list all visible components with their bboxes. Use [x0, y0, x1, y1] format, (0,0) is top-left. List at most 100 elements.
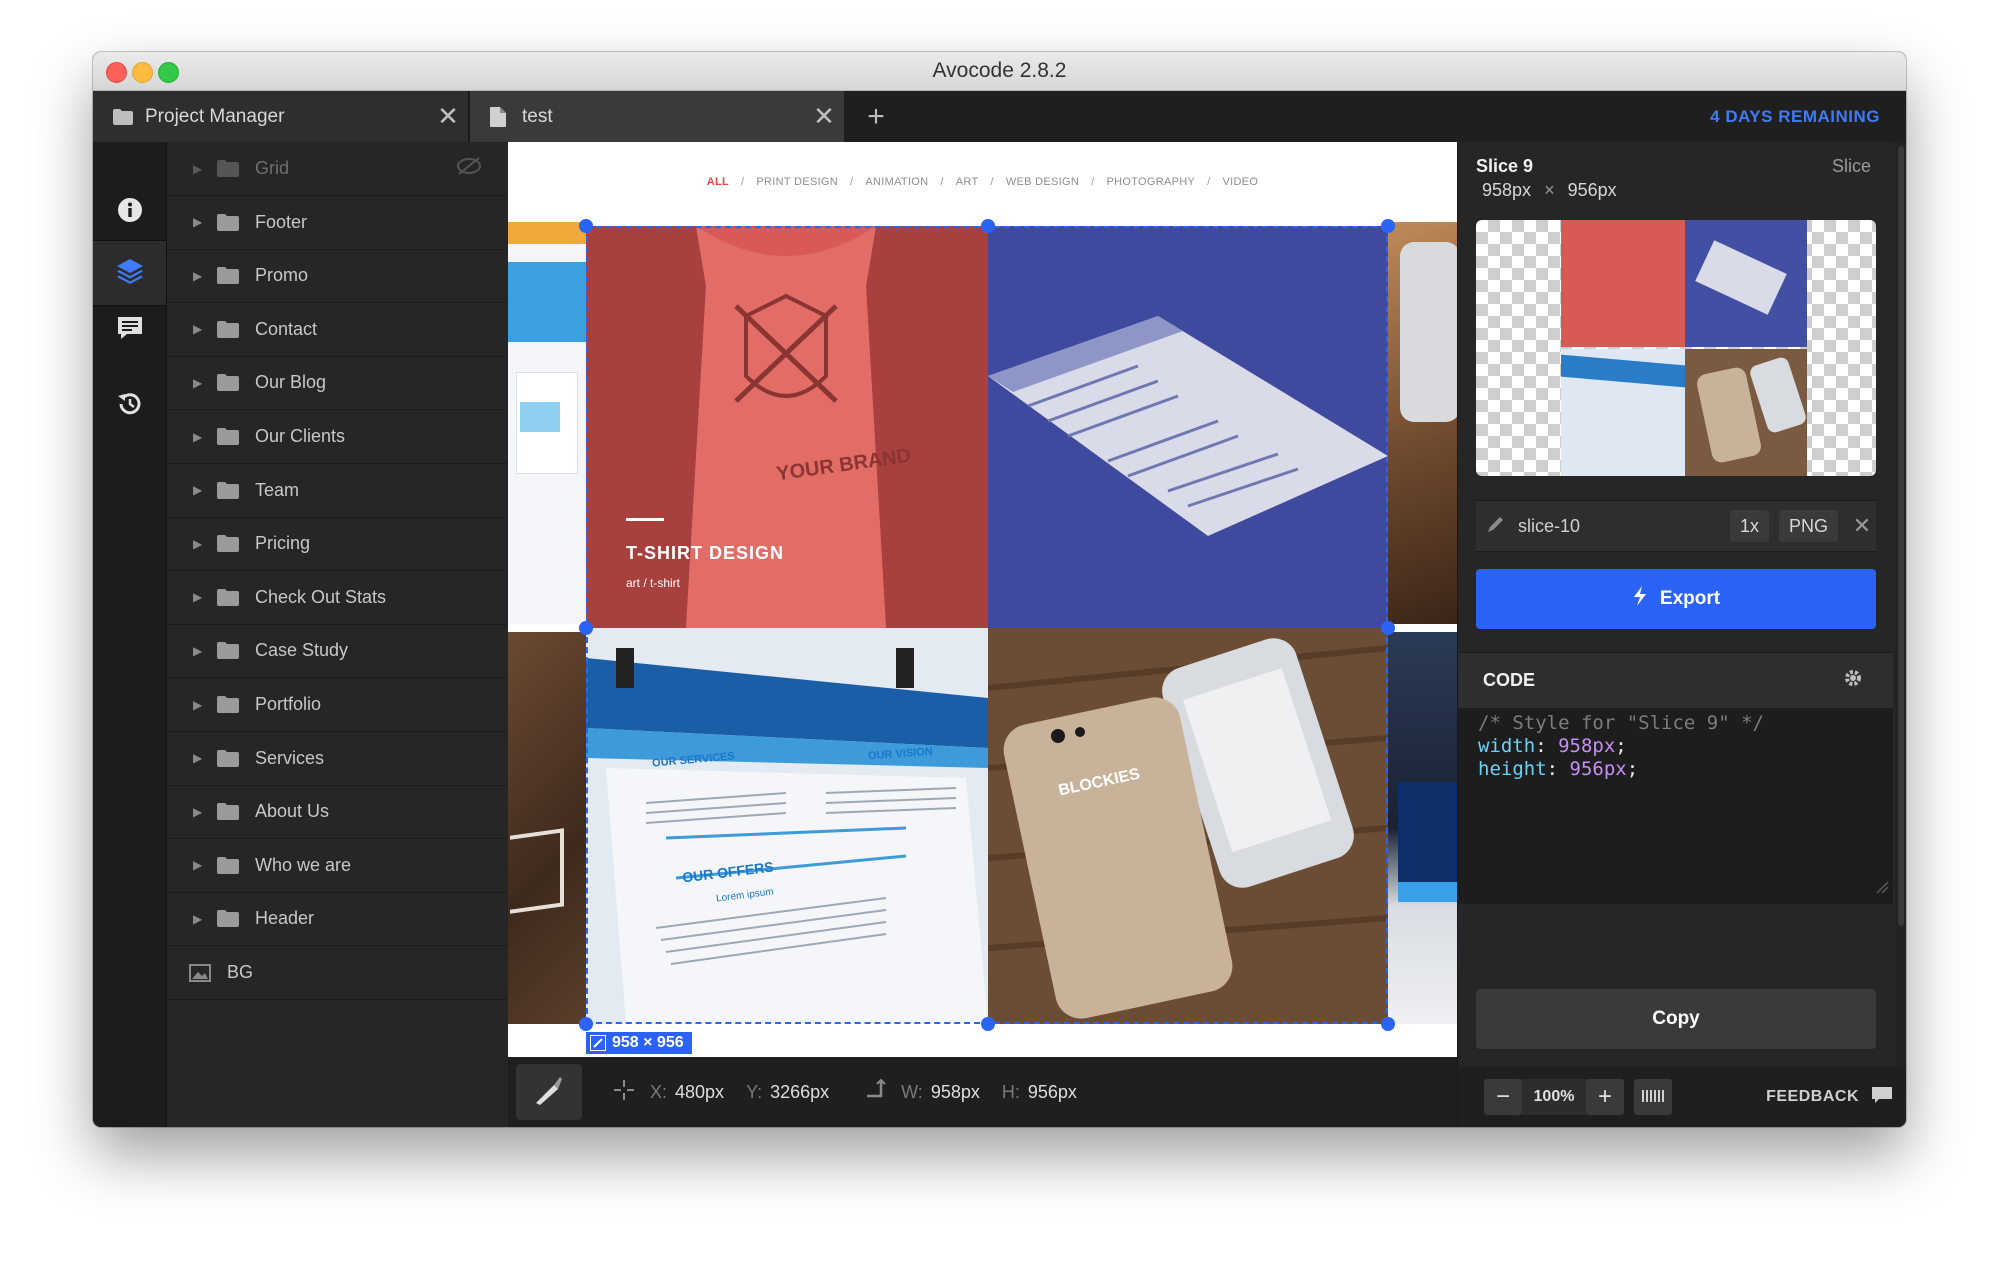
h-label: H: [1001, 1081, 1020, 1102]
design-canvas[interactable]: ALL / PRINT DESIGN / ANIMATION / ART / WEB DESIG… [508, 142, 1457, 1057]
layer-item[interactable]: ▶ About Us [167, 785, 508, 840]
resize-handle[interactable] [1381, 1017, 1395, 1031]
filter-nav-item[interactable]: ALL [707, 176, 729, 188]
folder-icon [217, 642, 239, 660]
copy-button[interactable]: Copy [1476, 989, 1876, 1049]
ruler-toggle-button[interactable] [1634, 1079, 1672, 1115]
tab-test[interactable]: test ✕ [470, 91, 844, 142]
layer-item[interactable]: ▶ Services [167, 732, 508, 786]
resize-handle[interactable] [981, 1017, 995, 1031]
zoom-out-button[interactable]: − [1484, 1079, 1522, 1115]
resize-handle[interactable] [1381, 621, 1395, 635]
expand-arrow-icon[interactable]: ▶ [193, 912, 203, 926]
expand-arrow-icon[interactable]: ▶ [193, 215, 203, 229]
slice-tool-button[interactable] [516, 1064, 582, 1120]
filter-nav-item[interactable]: ART [956, 176, 979, 188]
window-title: Avocode 2.8.2 [932, 59, 1067, 82]
trial-remaining-link[interactable]: 4 DAYS REMAINING [1710, 91, 1880, 142]
scrollbar-thumb[interactable] [1898, 146, 1904, 926]
new-tab-button[interactable]: + [853, 91, 899, 142]
zoom-in-button[interactable]: + [1586, 1079, 1624, 1115]
portfolio-filter-nav: ALL / PRINT DESIGN / ANIMATION / ART / WEB DESIG… [508, 142, 1457, 222]
layer-item[interactable]: ▶ Our Clients [167, 410, 508, 464]
feedback-button[interactable]: FEEDBACK [1766, 1086, 1893, 1109]
slice-width: 958px [1482, 180, 1532, 200]
history-button[interactable] [93, 374, 166, 438]
resize-handle[interactable] [579, 219, 593, 233]
expand-arrow-icon[interactable]: ▶ [193, 644, 203, 658]
expand-arrow-icon[interactable]: ▶ [193, 376, 203, 390]
info-button[interactable] [93, 180, 166, 244]
layer-item[interactable]: ▶ Grid [167, 142, 508, 196]
zoom-level[interactable]: 100% [1522, 1079, 1586, 1115]
resize-handle[interactable] [981, 219, 995, 233]
expand-arrow-icon[interactable]: ▶ [193, 483, 203, 497]
resize-handle[interactable] [579, 1017, 593, 1031]
tab-close-button[interactable]: ✕ [428, 101, 468, 132]
code-snippet[interactable]: /* Style for "Slice 9" */ width: 958px; … [1458, 708, 1893, 904]
w-value: 958px [930, 1081, 980, 1102]
layers-button[interactable] [93, 240, 166, 306]
layer-label: Case Study [255, 640, 349, 661]
filter-nav-item[interactable]: WEB DESIGN [1006, 176, 1079, 188]
layer-item[interactable]: ▶ Pricing [167, 517, 508, 572]
pencil-icon[interactable] [1486, 514, 1506, 539]
layer-item[interactable]: ▶ Who we are [167, 839, 508, 893]
tab-label: test [522, 105, 553, 127]
layer-item[interactable]: ▶ Footer [167, 196, 508, 250]
folder-icon [217, 588, 239, 606]
resize-handle[interactable] [579, 621, 593, 635]
export-button[interactable]: Export [1476, 569, 1876, 629]
layer-label: Contact [255, 318, 318, 339]
layer-item[interactable]: ▶ Case Study [167, 624, 508, 679]
layer-label: Footer [255, 211, 308, 232]
expand-arrow-icon[interactable]: ▶ [193, 858, 203, 872]
layer-label: Who we are [255, 854, 352, 875]
filter-nav-item[interactable]: PHOTOGRAPHY [1106, 176, 1195, 188]
code-value: 958px [1558, 735, 1616, 757]
info-icon [117, 197, 143, 228]
resize-handle[interactable] [1381, 219, 1395, 233]
layer-item[interactable]: ▶ Contact [167, 303, 508, 357]
layer-item[interactable]: ▶ Our Blog [167, 356, 508, 411]
filter-nav-item[interactable]: PRINT DESIGN [756, 176, 838, 188]
tab-close-button[interactable]: ✕ [804, 101, 844, 132]
folder-icon [217, 803, 239, 821]
expand-arrow-icon[interactable]: ▶ [193, 322, 203, 336]
folder-icon [217, 320, 239, 338]
gear-icon[interactable] [1843, 668, 1863, 693]
scale-select[interactable]: 1x [1729, 510, 1769, 542]
expand-arrow-icon[interactable]: ▶ [193, 590, 203, 604]
feedback-label: FEEDBACK [1766, 1088, 1859, 1105]
layer-item[interactable]: BG [167, 946, 508, 1000]
expand-arrow-icon[interactable]: ▶ [193, 162, 203, 176]
expand-arrow-icon[interactable]: ▶ [193, 537, 203, 551]
layer-label: Header [255, 908, 315, 929]
comments-button[interactable] [93, 298, 166, 362]
hidden-layer-icon[interactable] [456, 157, 482, 180]
nav-separator: / [990, 176, 994, 188]
export-filename[interactable]: slice-10 [1518, 516, 1730, 537]
expand-arrow-icon[interactable]: ▶ [193, 430, 203, 444]
layer-item[interactable]: ▶ Check Out Stats [167, 571, 508, 625]
format-select[interactable]: PNG [1778, 510, 1838, 542]
layer-label: BG [227, 962, 254, 982]
expand-arrow-icon[interactable]: ▶ [193, 698, 203, 712]
layer-item[interactable]: ▶ Header [167, 892, 508, 947]
expand-arrow-icon[interactable]: ▶ [193, 751, 203, 765]
resize-grip-icon[interactable] [1875, 877, 1889, 900]
layer-item[interactable]: ▶ Team [167, 464, 508, 518]
filter-nav-item[interactable]: VIDEO [1223, 176, 1259, 188]
folder-icon [217, 160, 239, 178]
inspector-scrollbar[interactable] [1895, 142, 1906, 1067]
slice-selection-box[interactable] [586, 226, 1388, 1024]
layer-item[interactable]: ▶ Promo [167, 249, 508, 304]
expand-arrow-icon[interactable]: ▶ [193, 805, 203, 819]
tab-project-manager[interactable]: Project Manager ✕ [93, 91, 469, 142]
layer-item[interactable]: ▶ Portfolio [167, 678, 508, 732]
filter-nav-item[interactable]: ANIMATION [865, 176, 928, 188]
code-colon: : [1535, 735, 1559, 757]
expand-arrow-icon[interactable]: ▶ [193, 269, 203, 283]
layers-panel: ▶ Grid ▶ Footer ▶ Promo ▶ Contact ▶ Our Blog ▶ Our … [167, 142, 508, 1127]
remove-export-button[interactable]: ✕ [1848, 513, 1876, 539]
